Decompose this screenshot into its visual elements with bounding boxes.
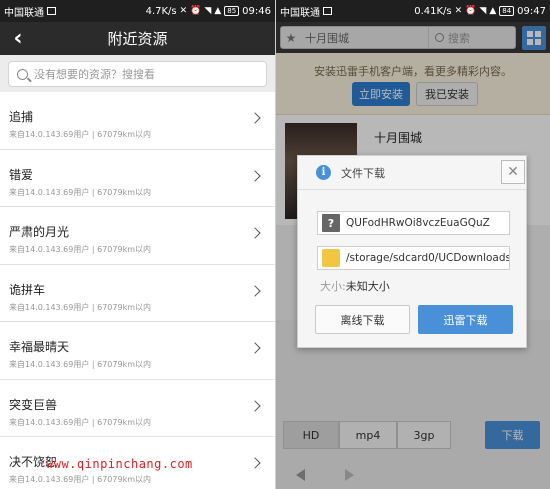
signal-icon: ▲ xyxy=(214,6,222,16)
battery-icon: 85 xyxy=(224,6,240,16)
carrier: 中国联通 xyxy=(4,4,56,19)
close-icon[interactable]: ✕ xyxy=(501,160,525,184)
chevron-right-icon xyxy=(249,284,261,297)
chevron-right-icon xyxy=(249,457,261,469)
left-screen: 中国联通 4.7K/s ✕ ⏰ ◥ ▲ 85 09:46 ‹ 附近资源 没有想要… xyxy=(0,0,275,489)
search-placeholder: 没有想要的资源？搜搜看 xyxy=(34,68,155,81)
item-title: 追捕 xyxy=(9,110,34,124)
xunlei-download-button[interactable]: 迅雷下载 xyxy=(418,305,513,334)
save-path: /storage/sdcard0/UCDownloads xyxy=(346,252,510,264)
image-notification-icon xyxy=(323,7,332,15)
item-meta: 来自14.0.143.69用户 | 67079km以内 xyxy=(9,245,152,254)
item-meta: 来自14.0.143.69用户 | 67079km以内 xyxy=(9,360,152,369)
chevron-right-icon xyxy=(249,399,261,412)
dialog-header: i 文件下载 ✕ xyxy=(298,156,526,190)
item-title: 严肃的月光 xyxy=(9,225,70,239)
status-icons: 4.7K/s ✕ ⏰ ◥ ▲ 85 09:46 xyxy=(146,6,271,17)
back-arrow-icon[interactable]: ‹ xyxy=(0,22,36,55)
mute-icon: ✕ xyxy=(179,6,188,16)
dialog-title: 文件下载 xyxy=(341,166,385,180)
list-item[interactable]: 严肃的月光 来自14.0.143.69用户 | 67079km以内 xyxy=(0,207,275,265)
list-item[interactable]: 诡拼车 来自14.0.143.69用户 | 67079km以内 xyxy=(0,265,275,322)
carrier-label: 中国联通 xyxy=(4,7,44,19)
file-icon: ? xyxy=(322,214,340,232)
file-name: QUFodHRwOi8vczEuaGQuZ xyxy=(346,217,490,229)
chevron-right-icon xyxy=(249,342,261,354)
network-speed: 4.7K/s xyxy=(145,5,177,17)
list-item[interactable]: 突变巨兽 来自14.0.143.69用户 | 67079km以内 xyxy=(0,380,275,437)
right-screen: 中国联通 0.41K/s ✕ ⏰ ◥ ▲ 84 09:47 ★ 十月围城 搜索 … xyxy=(276,0,550,489)
item-title: 突变巨兽 xyxy=(9,397,58,412)
size-value: 未知大小 xyxy=(345,280,390,293)
size-label: 大小: xyxy=(320,280,346,293)
wifi-icon: ◥ xyxy=(204,6,212,16)
mute-icon: ✕ xyxy=(454,6,463,16)
item-title: 幸福最晴天 xyxy=(9,340,70,354)
offline-download-button[interactable]: 离线下载 xyxy=(315,305,410,334)
carrier: 中国联通 xyxy=(280,4,332,19)
clock: 09:46 xyxy=(242,5,271,17)
watermark: www.qinpinchang.com xyxy=(46,457,193,471)
clock: 09:47 xyxy=(517,5,546,17)
list-item[interactable]: 错爱 来自14.0.143.69用户 | 67079km以内 xyxy=(0,150,275,207)
status-bar: 中国联通 0.41K/s ✕ ⏰ ◥ ▲ 84 09:47 xyxy=(276,0,550,22)
status-bar: 中国联通 4.7K/s ✕ ⏰ ◥ ▲ 85 09:46 xyxy=(0,0,275,22)
search-icon xyxy=(17,68,28,80)
page-title: 附近资源 xyxy=(107,30,168,48)
file-size: 大小:未知大小 xyxy=(320,278,390,294)
item-meta: 来自14.0.143.69用户 | 67079km以内 xyxy=(9,302,152,312)
alarm-icon: ⏰ xyxy=(465,6,477,16)
search-bar: 没有想要的资源？搜搜看 xyxy=(0,55,275,92)
battery-icon: 84 xyxy=(499,6,515,16)
item-meta: 来自14.0.143.69用户 | 67079km以内 xyxy=(9,475,152,484)
chevron-right-icon xyxy=(249,112,261,124)
file-name-field[interactable]: ? QUFodHRwOi8vczEuaGQuZ xyxy=(317,211,510,235)
folder-icon xyxy=(322,249,340,267)
network-speed: 0.41K/s xyxy=(414,5,452,17)
top-nav-bar: ‹ 附近资源 xyxy=(0,22,275,55)
alarm-icon: ⏰ xyxy=(190,6,202,16)
item-title: 诡拼车 xyxy=(9,282,46,297)
item-meta: 来自14.0.143.69用户 | 67079km以内 xyxy=(9,130,152,139)
chevron-right-icon xyxy=(249,227,261,239)
info-icon: i xyxy=(316,165,331,180)
status-icons: 0.41K/s ✕ ⏰ ◥ ▲ 84 09:47 xyxy=(414,6,546,17)
image-notification-icon xyxy=(47,7,56,15)
item-meta: 来自14.0.143.69用户 | 67079km以内 xyxy=(9,187,152,197)
list-item[interactable]: 追捕 来自14.0.143.69用户 | 67079km以内 xyxy=(0,92,275,150)
chevron-right-icon xyxy=(249,169,261,182)
list-item[interactable]: 幸福最晴天 来自14.0.143.69用户 | 67079km以内 xyxy=(0,322,275,380)
item-title: 错爱 xyxy=(9,167,34,182)
file-download-dialog: i 文件下载 ✕ ? QUFodHRwOi8vczEuaGQuZ /storag… xyxy=(297,155,527,348)
carrier-label: 中国联通 xyxy=(280,7,320,19)
search-input[interactable]: 没有想要的资源？搜搜看 xyxy=(8,61,267,87)
save-path-field[interactable]: /storage/sdcard0/UCDownloads xyxy=(317,246,510,270)
item-meta: 来自14.0.143.69用户 | 67079km以内 xyxy=(9,417,152,427)
resource-list: 追捕 来自14.0.143.69用户 | 67079km以内 错爱 来自14.0… xyxy=(0,92,275,489)
signal-icon: ▲ xyxy=(489,6,497,16)
wifi-icon: ◥ xyxy=(479,6,487,16)
